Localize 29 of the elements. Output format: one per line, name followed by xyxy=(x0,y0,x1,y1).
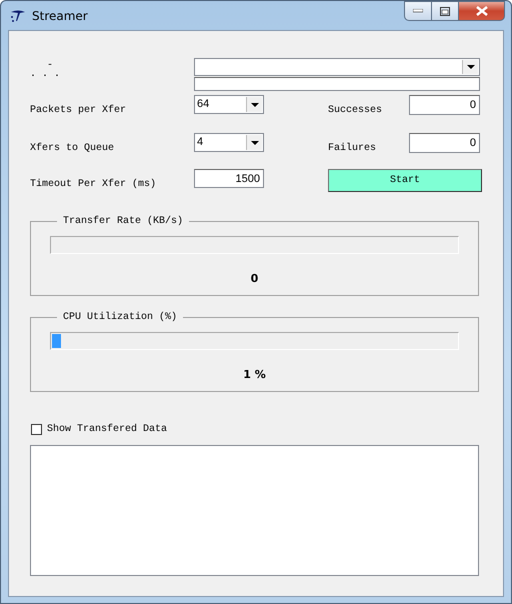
close-button[interactable] xyxy=(459,1,505,21)
close-icon xyxy=(476,6,488,16)
meter-reading: 1 % xyxy=(243,368,266,381)
input-field[interactable]: 1500 xyxy=(194,169,264,188)
maximize-icon xyxy=(440,6,450,16)
checkbox[interactable] xyxy=(31,424,42,435)
device-dropdown[interactable] xyxy=(194,58,480,76)
counter-label: Successes xyxy=(328,104,384,116)
dropdown[interactable]: 64 xyxy=(194,95,264,114)
group-title: Transfer Rate (KB/s) xyxy=(62,216,184,227)
setting-label: Xfers to Queue xyxy=(30,142,116,154)
counter-label: Failures xyxy=(328,142,378,154)
counter-field[interactable]: 0 xyxy=(409,95,480,115)
checkbox-label[interactable]: Show Transfered Data xyxy=(47,424,168,435)
minimize-button[interactable] xyxy=(404,1,432,21)
setting-label: Timeout Per Xfer (ms) xyxy=(30,178,158,190)
device-info-field[interactable] xyxy=(194,77,480,91)
device-label: - xyxy=(47,62,54,70)
app-icon xyxy=(10,8,26,22)
device-label: . . . xyxy=(30,70,60,80)
counter-field[interactable]: 0 xyxy=(409,133,480,153)
window-title: Streamer xyxy=(32,8,88,22)
start-button[interactable]: Start xyxy=(328,169,482,192)
setting-label: Packets per Xfer xyxy=(30,104,128,116)
group-title: CPU Utilization (%) xyxy=(62,312,178,323)
maximize-button[interactable] xyxy=(432,1,459,21)
dropdown[interactable]: 4 xyxy=(194,133,264,152)
minimize-icon xyxy=(413,9,423,13)
meter-reading: 0 xyxy=(250,272,258,285)
